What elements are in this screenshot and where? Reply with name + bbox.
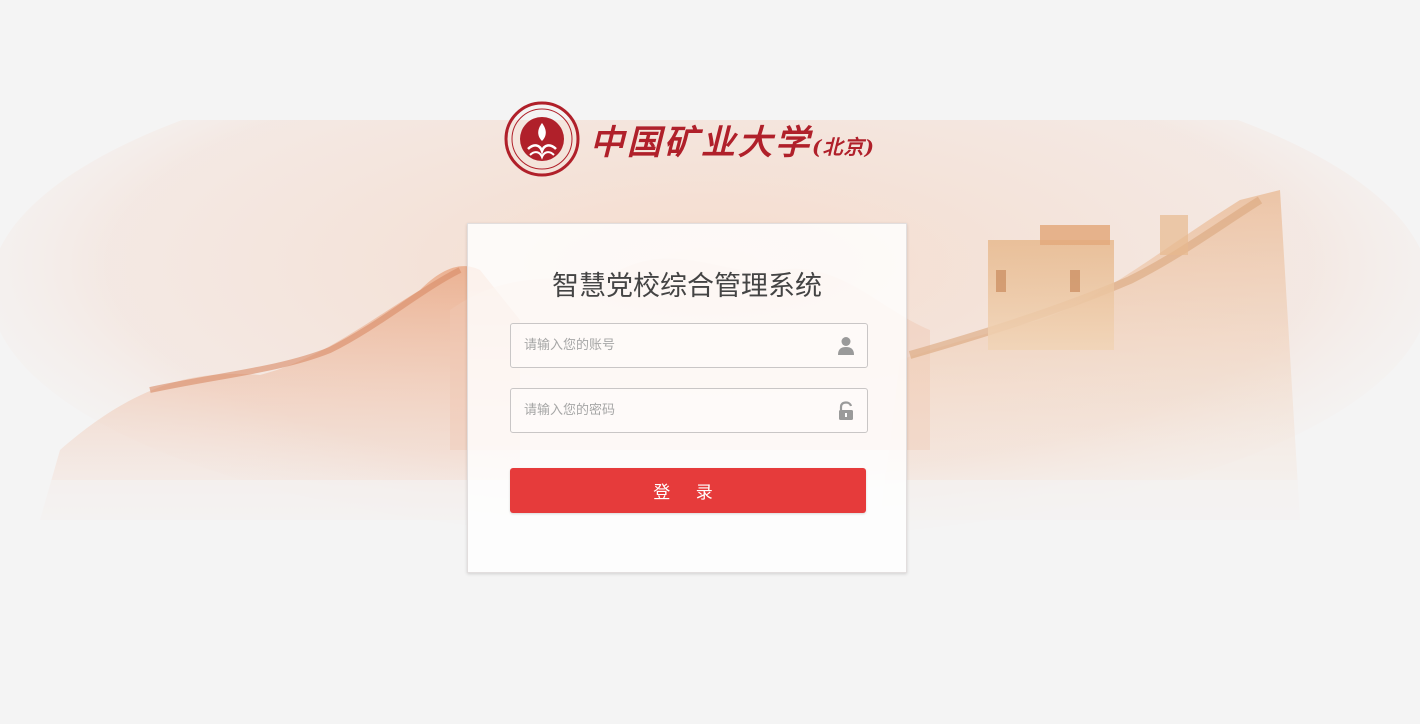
login-button[interactable]: 登 录 [510, 468, 866, 513]
password-field[interactable] [510, 388, 868, 433]
system-title: 智慧党校综合管理系统 [552, 271, 822, 302]
user-icon [838, 337, 854, 355]
password-input[interactable] [511, 389, 867, 432]
username-field[interactable] [510, 323, 868, 368]
university-seal-icon [504, 101, 580, 177]
username-input[interactable] [511, 324, 867, 367]
lock-icon [839, 401, 853, 420]
login-card: 智慧党校综合管理系统 登 录 [467, 223, 907, 573]
university-logo: 中国矿业大学(北京) [504, 101, 884, 177]
university-name-logo: 中国矿业大学(北京) [590, 122, 875, 163]
